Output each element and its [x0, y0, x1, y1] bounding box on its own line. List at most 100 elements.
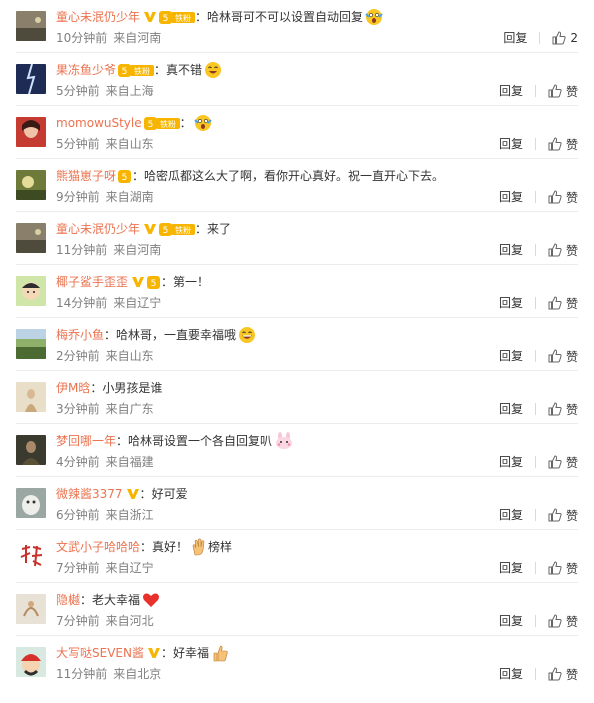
comment-text: 小男孩是谁 [102, 381, 163, 395]
like-label: 赞 [565, 667, 578, 682]
like-label: 赞 [565, 614, 578, 629]
reply-button[interactable]: 回复 [499, 668, 536, 680]
username-link[interactable]: 果冻鱼少爷 [56, 61, 116, 79]
username-link[interactable]: 伊M晗 [56, 379, 90, 397]
username-link[interactable]: 童心未泯仍少年 [56, 8, 140, 26]
comment-meta: 7分钟前 来自辽宁 [56, 560, 154, 576]
like-label: 赞 [565, 84, 578, 99]
username-link[interactable]: 微辣酱3377 [56, 485, 123, 503]
avatar[interactable] [16, 329, 46, 359]
comment-item: 隐樾 ： 老大幸福 7分钟前 来自河北 回复 赞 [16, 583, 578, 636]
like-label: 赞 [565, 190, 578, 205]
reply-button[interactable]: 回复 [499, 456, 536, 468]
colon: ： [195, 222, 208, 236]
username-link[interactable]: momowuStyle [56, 114, 142, 132]
comment-text: 来了 [207, 222, 232, 236]
reply-button[interactable]: 回复 [499, 615, 536, 627]
comment-item: 果冻鱼少爷 5 铁粉 ： 真不错 5分钟前 来自上海 回复 赞 [16, 53, 578, 106]
comment-text: 好幸福 [172, 646, 209, 660]
reply-button[interactable]: 回复 [499, 244, 536, 256]
reply-button[interactable]: 回复 [499, 509, 536, 521]
username-link[interactable]: 文武小子哈哈哈 [56, 538, 140, 556]
colon: ： [160, 646, 173, 660]
avatar[interactable] [16, 541, 46, 571]
comment-text: 真好！ [152, 540, 189, 554]
reply-button[interactable]: 回复 [503, 32, 541, 44]
comment-location: 来自广东 [105, 402, 154, 416]
avatar[interactable] [16, 594, 46, 624]
svg-text:5: 5 [163, 14, 169, 24]
colon: ： [179, 116, 192, 130]
comment-location: 来自河北 [105, 614, 154, 628]
like-button[interactable]: 赞 [548, 242, 578, 259]
comment-location: 来自河南 [113, 31, 162, 45]
username-link[interactable]: 椰子鲨手歪歪 [56, 273, 128, 291]
comment-time: 7分钟前 [56, 614, 100, 628]
colon: ： [104, 328, 117, 342]
like-button[interactable]: 赞 [548, 348, 578, 365]
comment-meta: 5分钟前 来自上海 [56, 83, 154, 99]
comment-meta: 4分钟前 来自福建 [56, 454, 154, 470]
comment-meta: 3分钟前 来自广东 [56, 401, 154, 417]
comment-time: 7分钟前 [56, 561, 100, 575]
like-button[interactable]: 赞 [548, 666, 578, 683]
comment-item: 梦回哪一年 ： 哈林哥设置一个各自回复叭 4分钟前 来自福建 回复 赞 [16, 424, 578, 477]
like-button[interactable]: 赞 [548, 189, 578, 206]
colon: ： [90, 381, 103, 395]
username-link[interactable]: 梅乔小鱼 [56, 326, 104, 344]
thumbs-up-icon [548, 349, 562, 363]
username-link[interactable]: 童心未泯仍少年 [56, 220, 140, 238]
comment-location: 来自福建 [105, 455, 154, 469]
comment-time: 5分钟前 [56, 84, 100, 98]
avatar[interactable] [16, 223, 46, 253]
reply-button[interactable]: 回复 [499, 350, 536, 362]
colon: ： [80, 593, 93, 607]
like-button[interactable]: 赞 [548, 401, 578, 418]
svg-text:铁粉: 铁粉 [134, 66, 150, 76]
reply-button[interactable]: 回复 [499, 138, 536, 150]
reply-button[interactable]: 回复 [499, 562, 536, 574]
reply-button[interactable]: 回复 [499, 191, 536, 203]
comment-location: 来自辽宁 [105, 561, 154, 575]
avatar[interactable] [16, 276, 46, 306]
avatar[interactable] [16, 435, 46, 465]
avatar[interactable] [16, 117, 46, 147]
svg-text:5: 5 [151, 279, 157, 289]
colon: ： [140, 540, 153, 554]
avatar[interactable] [16, 170, 46, 200]
avatar[interactable] [16, 488, 46, 518]
like-button[interactable]: 赞 [548, 454, 578, 471]
comment-location: 来自湖南 [105, 190, 154, 204]
comment-meta: 10分钟前 来自河南 [56, 30, 161, 46]
like-button[interactable]: 赞 [548, 560, 578, 577]
reply-button[interactable]: 回复 [499, 403, 536, 415]
thumbs-up-icon [548, 296, 562, 310]
avatar[interactable] [16, 647, 46, 677]
username-link[interactable]: 梦回哪一年 [56, 432, 116, 450]
avatar[interactable] [16, 382, 46, 412]
like-button[interactable]: 赞 [548, 507, 578, 524]
colon: ： [132, 169, 145, 183]
thumbs-up-icon [548, 243, 562, 257]
like-button[interactable]: 2 [552, 31, 578, 45]
reply-button[interactable]: 回复 [499, 85, 536, 97]
like-button[interactable]: 赞 [548, 613, 578, 630]
username-link[interactable]: 熊猫崽子呀 [56, 167, 116, 185]
like-button[interactable]: 赞 [548, 83, 578, 100]
colon: ： [139, 487, 152, 501]
username-link[interactable]: 大写哒SEVEN酱 [56, 644, 144, 662]
iron-fan-badge-icon: 5 铁粉 [159, 222, 196, 236]
comment-meta: 6分钟前 来自浙江 [56, 507, 154, 523]
like-button[interactable]: 赞 [548, 136, 578, 153]
comment-item: 微辣酱3377 ： 好可爱 6分钟前 来自浙江 回复 赞 [16, 477, 578, 530]
comment-time: 6分钟前 [56, 508, 100, 522]
comment-item: 童心未泯仍少年 5 铁粉 ： 哈林哥可不可以设置自动回复 10分钟前 来自河南 回复… [16, 0, 578, 53]
comment-time: 10分钟前 [56, 31, 108, 45]
thumbs-up-icon [548, 137, 562, 151]
comment-text: 哈密瓜都这么大了啊，看你开心真好。祝一直开心下去。 [144, 169, 445, 183]
username-link[interactable]: 隐樾 [56, 591, 80, 609]
reply-button[interactable]: 回复 [499, 297, 536, 309]
avatar[interactable] [16, 64, 46, 94]
avatar[interactable] [16, 11, 46, 41]
like-button[interactable]: 赞 [548, 295, 578, 312]
